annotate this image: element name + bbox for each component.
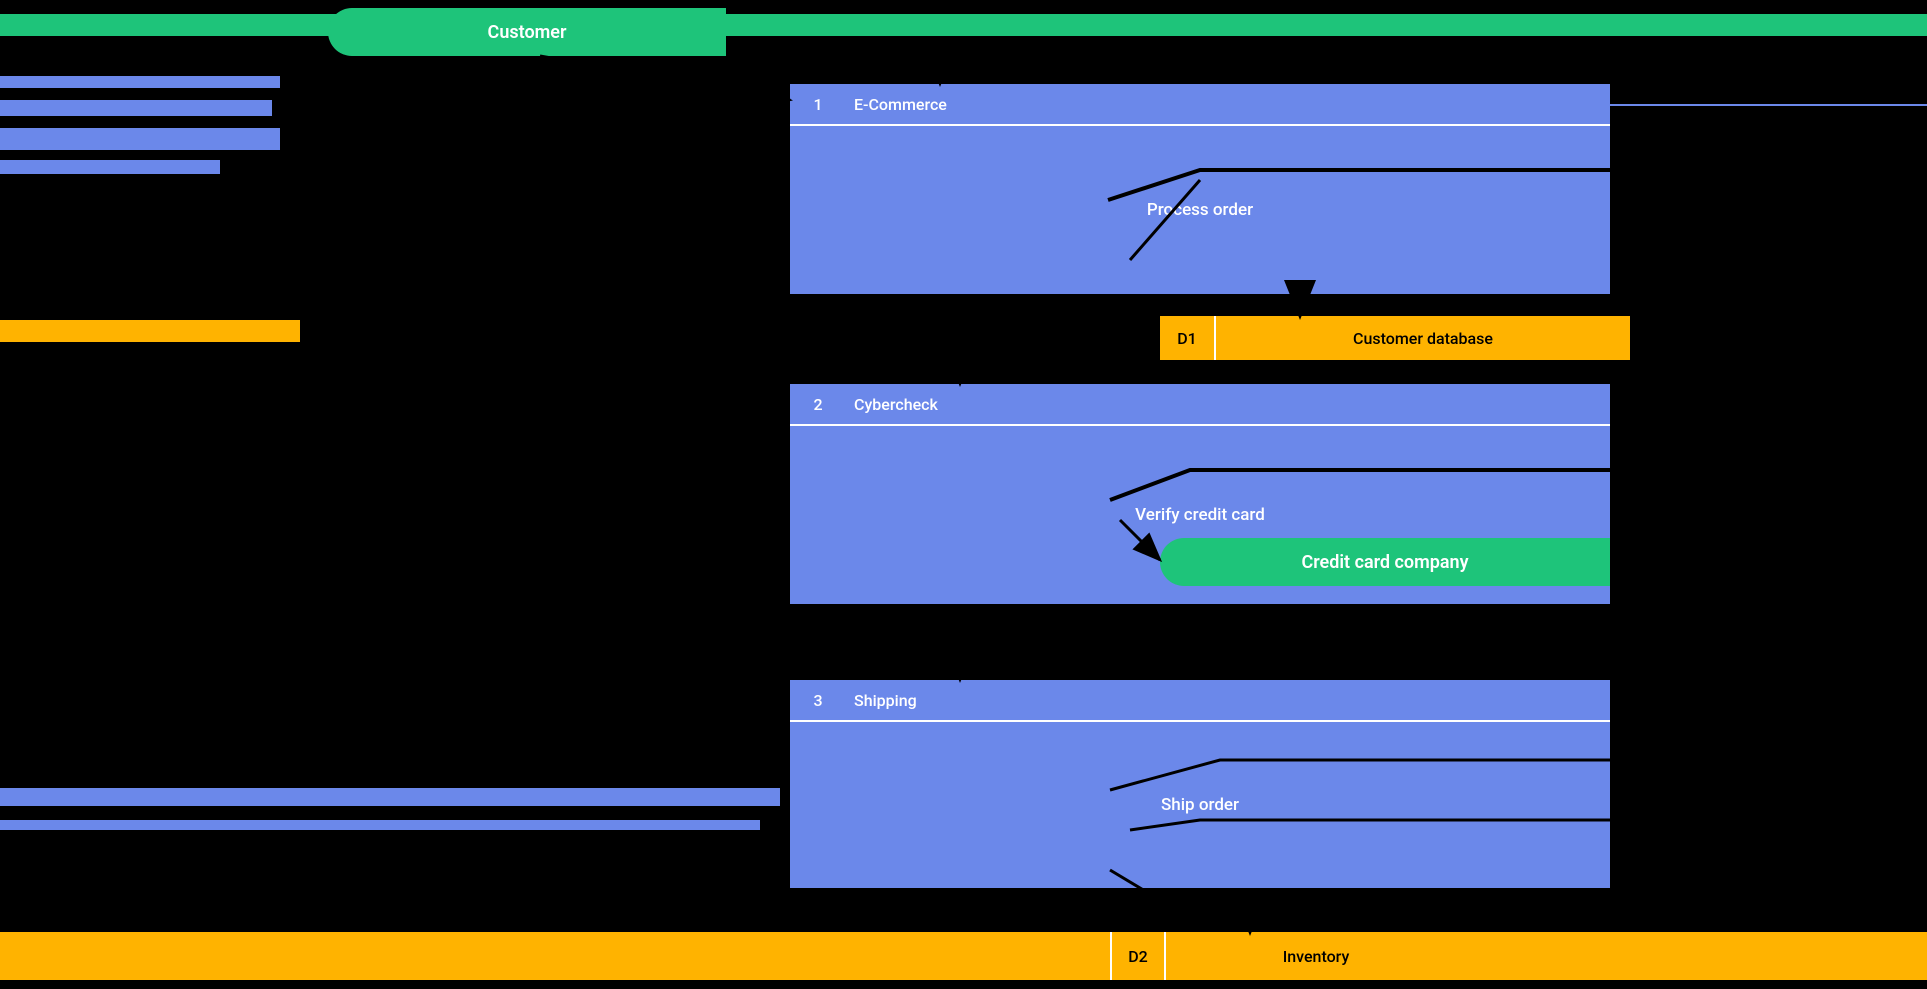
entity-credit-card-company-label: Credit card company [1301, 552, 1468, 573]
process-2-num: 2 [790, 395, 846, 414]
blue-strip-1 [0, 76, 280, 88]
datastore-d1[interactable]: D1 Customer database [1160, 316, 1630, 360]
blue-strip-5 [0, 788, 780, 806]
entity-customer[interactable]: Customer [328, 8, 726, 56]
datastore-d1-label: Customer database [1216, 329, 1630, 348]
process-3[interactable]: 3 Shipping Ship order [790, 680, 1610, 888]
blue-strip-4 [0, 160, 220, 174]
top-green-strip [0, 14, 1927, 36]
process-3-title: Shipping [846, 691, 1610, 710]
datastore-d1-id: D1 [1160, 316, 1216, 360]
process-1[interactable]: 1 E-Commerce Process order [790, 84, 1610, 294]
datastore-d1-extend [1630, 336, 1927, 338]
process-1-title: E-Commerce [846, 95, 1610, 114]
process-3-body: Ship order [790, 722, 1610, 888]
process-1-body: Process order [790, 126, 1610, 294]
process-1-header-extend [1610, 104, 1927, 106]
process-1-num: 1 [790, 95, 846, 114]
blue-strip-2 [0, 100, 272, 116]
blue-strip-3 [0, 128, 280, 150]
datastore-d2-label: Inventory [1166, 947, 1466, 966]
entity-customer-label: Customer [488, 22, 567, 43]
datastore-d2-id: D2 [1110, 932, 1166, 980]
yellow-strip-left [0, 320, 300, 342]
process-3-num: 3 [790, 691, 846, 710]
blue-strip-6 [0, 820, 760, 830]
entity-credit-card-company[interactable]: Credit card company [1160, 538, 1610, 586]
datastore-d2[interactable]: D2 Inventory [0, 932, 1927, 980]
process-2-title: Cybercheck [846, 395, 1610, 414]
